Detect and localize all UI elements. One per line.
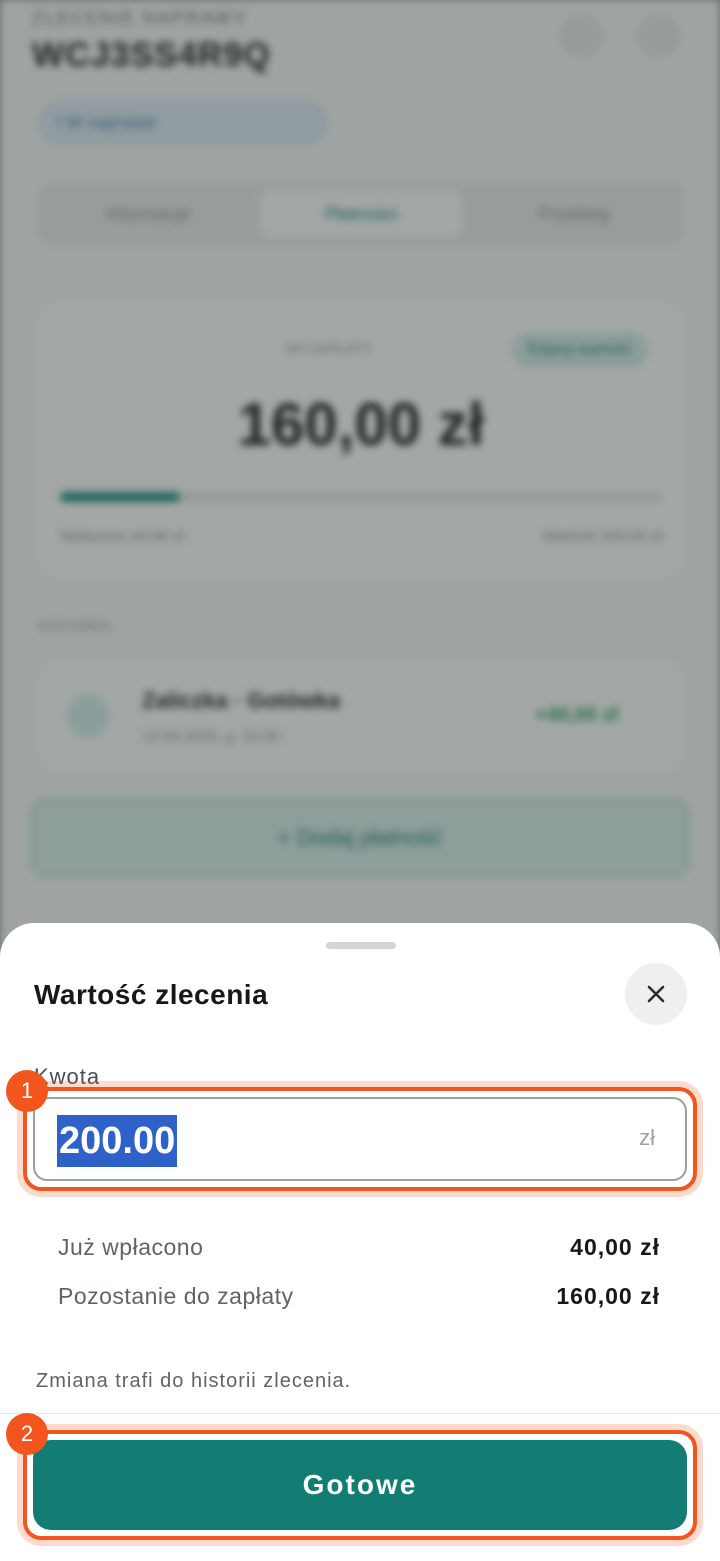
sheet-title: Wartość zlecenia	[34, 979, 269, 1010]
remaining-value: 160,00 zł	[556, 1283, 660, 1309]
sheet-drag-handle[interactable]	[326, 942, 396, 949]
close-button[interactable]	[625, 963, 687, 1025]
close-icon	[647, 985, 665, 1003]
already-paid-label: Już wpłacono	[58, 1234, 204, 1260]
annotation-number-1: 1	[6, 1070, 48, 1112]
already-paid-value: 40,00 zł	[570, 1234, 660, 1260]
annotation-box-2	[23, 1430, 697, 1540]
annotation-number-2: 2	[6, 1413, 48, 1455]
history-note: Zmiana trafi do historii zlecenia.	[36, 1370, 352, 1392]
remaining-label: Pozostanie do zapłaty	[58, 1283, 294, 1309]
divider	[0, 1413, 720, 1414]
annotation-box-1	[23, 1087, 697, 1191]
